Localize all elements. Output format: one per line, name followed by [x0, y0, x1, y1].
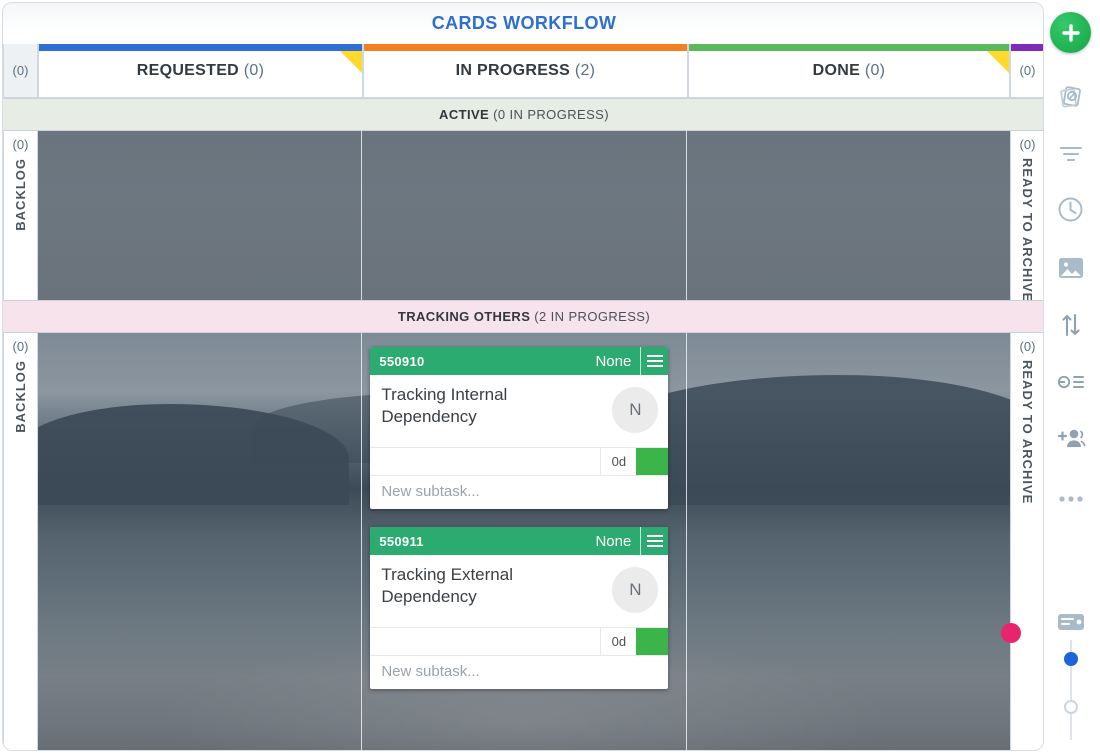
column-header-done[interactable]: DONE (0) [688, 44, 1010, 98]
add-people-icon[interactable] [1050, 417, 1091, 458]
card-meta-row: 0d [370, 447, 669, 475]
right-toolbar [1044, 0, 1100, 753]
column-label-done: DONE (0) [812, 61, 886, 79]
lane-column-requested-tracking[interactable] [38, 333, 363, 750]
board-title-bar: CARDS WORKFLOW [3, 3, 1043, 44]
kanban-board-app: CARDS WORKFLOW (0) REQUESTED (0) IN PROG… [0, 0, 1100, 753]
filter-icon[interactable] [1050, 133, 1091, 174]
lane-column-in-progress-active[interactable] [362, 131, 687, 300]
hamburger-menu-icon[interactable] [640, 527, 668, 555]
column-header-ready-to-archive-narrow[interactable]: (0) [1010, 44, 1043, 98]
card-list-in-progress: 550910 None Tracking Internal Dependency… [362, 333, 685, 689]
swimlane-subtitle-active: (0 IN PROGRESS) [493, 107, 609, 122]
slider-knob-selected[interactable] [1064, 652, 1078, 666]
rail-label-archive-tracking: READY TO ARCHIVE [1020, 360, 1035, 505]
swimlane-header-tracking-others[interactable]: TRACKING OTHERS (2 IN PROGRESS) [3, 300, 1043, 333]
card-header: 550911 None [370, 527, 669, 555]
slider-knob-option[interactable] [1064, 700, 1078, 714]
card-id: 550911 [379, 533, 424, 549]
highlight-marker-dot [1001, 623, 1021, 643]
lane-column-done-tracking[interactable] [687, 333, 1010, 750]
new-subtask-input[interactable]: New subtask... [370, 655, 669, 689]
column-header-backlog-narrow[interactable]: (0) [3, 44, 38, 98]
column-header-row: (0) REQUESTED (0) IN PROGRESS (2) DONE (… [3, 44, 1043, 98]
card-priority[interactable]: None [595, 353, 640, 370]
column-color-bar-archive [1011, 44, 1043, 51]
card-age-badge: 0d [600, 448, 636, 475]
column-label-in-progress: IN PROGRESS (2) [455, 61, 596, 79]
cards-stack-icon[interactable] [1050, 76, 1091, 117]
card[interactable]: 550911 None Tracking External Dependency… [370, 527, 669, 689]
card-title: Tracking External Dependency [381, 565, 513, 606]
rail-count-archive-active: (0) [1019, 137, 1036, 152]
column-flag-icon-requested [340, 51, 362, 73]
swimlane-subtitle-tracking-others: (2 IN PROGRESS) [534, 309, 651, 324]
add-card-button[interactable] [1050, 12, 1091, 53]
card-header: 550910 None [370, 347, 669, 375]
swimlane-rail-backlog-active[interactable]: (0) BACKLOG [3, 131, 38, 300]
more-options-icon[interactable] [1050, 478, 1091, 519]
swimlane-body-active: (0) BACKLOG (0) READY TO ARCHIVE [3, 131, 1043, 300]
swimlane-rail-archive-active[interactable]: (0) READY TO ARCHIVE [1010, 131, 1043, 300]
card-age-badge: 0d [600, 628, 636, 655]
swimlane-title-tracking-others: TRACKING OTHERS [397, 309, 531, 324]
column-header-requested[interactable]: REQUESTED (0) [38, 44, 363, 98]
hamburger-menu-icon[interactable] [640, 347, 668, 375]
card-id: 550910 [379, 353, 425, 369]
swimlane-rail-archive-tracking[interactable]: (0) READY TO ARCHIVE [1010, 333, 1043, 750]
card-meta-spacer [370, 448, 600, 475]
user-list-icon[interactable] [1050, 361, 1091, 402]
card-status-flag [636, 448, 669, 475]
rail-label-archive-active: READY TO ARCHIVE [1020, 158, 1035, 300]
column-flag-icon-done [987, 51, 1009, 73]
card-meta-row: 0d [370, 627, 669, 655]
rail-label-backlog-active: BACKLOG [13, 158, 28, 231]
column-label-requested: REQUESTED (0) [136, 61, 265, 79]
swimlane-rail-backlog-tracking[interactable]: (0) BACKLOG [3, 333, 38, 750]
rail-count-backlog-tracking: (0) [12, 339, 29, 354]
card-status-flag [636, 628, 669, 655]
avatar[interactable]: N [612, 566, 659, 613]
column-color-bar-requested [39, 44, 362, 51]
lane-column-done-active[interactable] [687, 131, 1010, 300]
card-body: Tracking External Dependency N [370, 555, 668, 627]
column-color-bar-in-progress [364, 44, 687, 51]
card-meta-spacer [370, 628, 600, 655]
lane-column-in-progress-tracking[interactable]: 550910 None Tracking Internal Dependency… [362, 333, 687, 750]
swimlane-columns-tracking: 550910 None Tracking Internal Dependency… [38, 333, 1010, 750]
lane-column-requested-active[interactable] [38, 131, 363, 300]
column-header-in-progress[interactable]: IN PROGRESS (2) [363, 44, 688, 98]
sort-arrows-icon[interactable] [1050, 304, 1091, 345]
swimlane-header-active[interactable]: ACTIVE (0 IN PROGRESS) [3, 98, 1043, 131]
backlog-column-count: (0) [12, 63, 29, 78]
card-size-icon[interactable] [1050, 601, 1091, 642]
page-title: CARDS WORKFLOW [431, 13, 617, 33]
card-body: Tracking Internal Dependency N [370, 375, 668, 447]
image-icon[interactable] [1050, 247, 1091, 288]
card-priority[interactable]: None [595, 533, 640, 550]
card[interactable]: 550910 None Tracking Internal Dependency… [370, 347, 669, 509]
rail-label-backlog-tracking: BACKLOG [13, 360, 28, 433]
card-title: Tracking Internal Dependency [381, 385, 508, 426]
rail-count-archive-tracking: (0) [1019, 339, 1036, 354]
swimlane-body-tracking-others: (0) BACKLOG 550910 None Tracking Interna… [3, 333, 1043, 750]
swimlane-columns-active [38, 131, 1010, 300]
swimlane-title-active: ACTIVE [439, 107, 490, 122]
clock-icon[interactable] [1050, 189, 1091, 230]
archive-column-count: (0) [1019, 63, 1036, 78]
rail-count-backlog-active: (0) [12, 137, 29, 152]
avatar[interactable]: N [612, 386, 659, 433]
board-frame: CARDS WORKFLOW (0) REQUESTED (0) IN PROG… [2, 2, 1044, 751]
new-subtask-input[interactable]: New subtask... [370, 475, 669, 509]
column-color-bar-done [689, 44, 1009, 51]
